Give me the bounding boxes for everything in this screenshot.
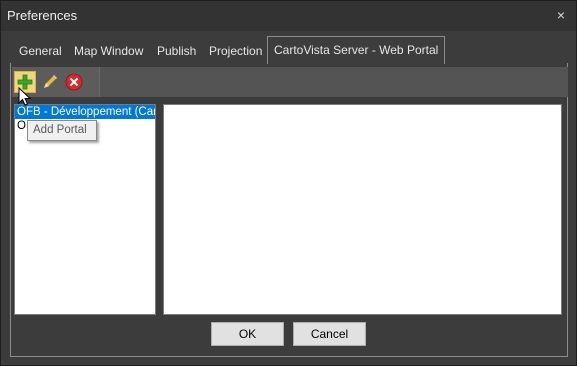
edit-portal-button[interactable]: [39, 71, 61, 93]
tab-general[interactable]: General: [13, 40, 68, 63]
cancel-button[interactable]: Cancel: [293, 322, 366, 346]
tab-cartovista-server-web-portal[interactable]: CartoVista Server - Web Portal: [267, 36, 446, 64]
preferences-dialog: Preferences × General Map Window Publish…: [0, 0, 577, 366]
delete-icon: [65, 73, 83, 91]
title-bar[interactable]: Preferences ×: [1, 1, 576, 31]
ok-button[interactable]: OK: [211, 322, 284, 346]
add-portal-tooltip: Add Portal: [27, 120, 97, 141]
mouse-pointer-icon: [18, 87, 32, 106]
window-title: Preferences: [7, 8, 78, 23]
delete-portal-button[interactable]: [63, 71, 85, 93]
list-item[interactable]: OFB - Développement (Carto: [15, 105, 155, 119]
web-portal-panel: OFB - Développement (Carto O BRGM) OK Ca…: [10, 63, 568, 357]
portal-details-panel: [163, 104, 562, 315]
portal-toolbar: [12, 67, 568, 97]
pencil-icon: [43, 74, 58, 89]
tab-publish[interactable]: Publish: [151, 40, 202, 63]
tab-map-window[interactable]: Map Window: [68, 40, 149, 63]
tab-projection[interactable]: Projection: [203, 40, 268, 63]
close-icon[interactable]: ×: [554, 8, 568, 22]
